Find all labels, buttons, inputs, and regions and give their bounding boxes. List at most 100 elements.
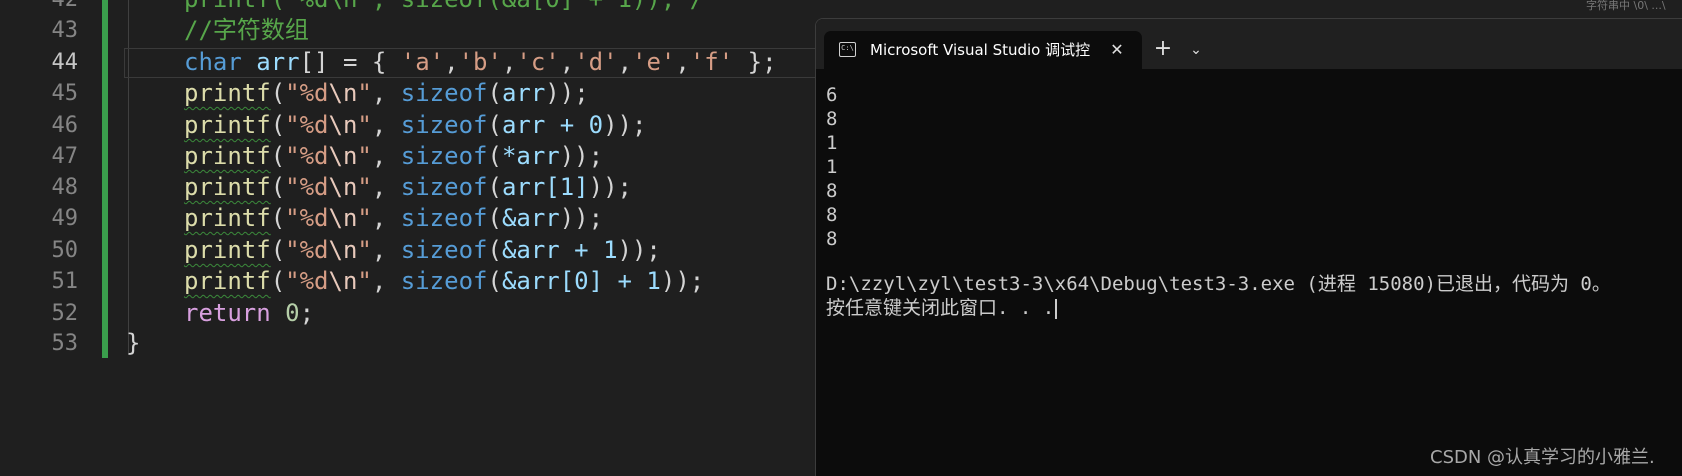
code-line-printf[interactable]: printf("%d\n", sizeof(arr + 0)); <box>184 110 646 141</box>
sizeof-argument: *arr <box>501 142 560 170</box>
format-string: "%d <box>285 236 329 264</box>
git-change-bar <box>102 0 108 358</box>
keyword-sizeof: sizeof <box>400 79 488 107</box>
format-string-end: " <box>357 79 372 107</box>
keyword-sizeof: sizeof <box>400 142 488 170</box>
format-string: "%d <box>285 173 329 201</box>
format-string: "%d <box>285 267 329 295</box>
press-key-line: 按任意键关闭此窗口. . . <box>826 296 1676 320</box>
code-line-printf[interactable]: printf("%d\n", sizeof(*arr)); <box>184 141 603 172</box>
escape-sequence: \n <box>328 142 358 170</box>
sizeof-argument: arr[1] <box>501 173 589 201</box>
chevron-down-icon[interactable]: ⌄ <box>1182 31 1210 69</box>
char-literal: 'e' <box>632 48 676 76</box>
exit-message: D:\zzyl\zyl\test3-3\x64\Debug\test3-3.ex… <box>826 273 1611 295</box>
code-line-array-declaration[interactable]: char arr[] = { 'a','b','c','d','e','f' }… <box>184 47 777 78</box>
text-cursor <box>1055 298 1058 319</box>
code-line-comment-tail[interactable]: printf("%d\n", sizeof(&a[0] + 1));*/ <box>184 0 704 15</box>
char-literal: 'd' <box>574 48 618 76</box>
format-string-end: " <box>357 204 372 232</box>
code-line-comment[interactable]: //字符数组 <box>184 15 309 46</box>
function-printf: printf <box>184 236 271 264</box>
function-printf: printf <box>184 267 271 295</box>
output-line: 8 <box>826 228 838 250</box>
format-string-end: " <box>357 142 372 170</box>
output-line: 1 <box>826 156 838 178</box>
output-line: 1 <box>826 132 838 154</box>
line-number: 47 <box>51 144 79 169</box>
code-line-printf[interactable]: printf("%d\n", sizeof(&arr[0] + 1)); <box>184 266 704 297</box>
escape-sequence: \n <box>328 173 358 201</box>
keyword-sizeof: sizeof <box>400 204 488 232</box>
code-line-printf[interactable]: printf("%d\n", sizeof(&arr)); <box>184 203 603 234</box>
sizeof-argument: arr + 0 <box>501 111 604 139</box>
keyword-return: return <box>184 299 271 327</box>
sizeof-argument: &arr <box>501 204 560 232</box>
function-printf: printf <box>184 79 271 107</box>
escape-sequence: \n <box>328 267 358 295</box>
keyword-sizeof: sizeof <box>400 111 488 139</box>
terminal-window[interactable]: C:\ Microsoft Visual Studio 调试控制台 ✕ + ⌄ … <box>815 18 1682 476</box>
escape-sequence: \n <box>328 204 358 232</box>
keyword-sizeof: sizeof <box>400 173 488 201</box>
tab-title: Microsoft Visual Studio 调试控制台 <box>870 41 1090 59</box>
line-number: 46 <box>51 113 79 138</box>
format-string-end: " <box>357 236 372 264</box>
terminal-icon: C:\ <box>839 42 856 57</box>
output-line: 8 <box>826 108 838 130</box>
output-line: 8 <box>826 180 838 202</box>
line-number: 53 <box>51 331 79 356</box>
line-number: 49 <box>51 206 79 231</box>
sizeof-argument: arr <box>501 79 546 107</box>
format-string-end: " <box>357 173 372 201</box>
sizeof-argument: &arr[0] + 1 <box>501 267 661 295</box>
minimap-fragment: 字符串中 \0\ ...\ <box>1586 0 1666 12</box>
code-line-printf[interactable]: printf("%d\n", sizeof(&arr + 1)); <box>184 235 661 266</box>
escape-sequence: \n <box>328 111 358 139</box>
close-icon[interactable]: ✕ <box>1106 31 1128 69</box>
new-tab-button[interactable]: + <box>1146 31 1180 69</box>
function-printf: printf <box>184 173 271 201</box>
keyword-char: char <box>184 48 242 76</box>
char-literal: 'c' <box>516 48 560 76</box>
terminal-tab[interactable]: C:\ Microsoft Visual Studio 调试控制台 ✕ <box>824 31 1142 69</box>
keyword-sizeof: sizeof <box>400 236 488 264</box>
punctuation: [] = { <box>299 48 401 76</box>
char-literal: 'f' <box>689 48 734 76</box>
output-line: 6 <box>826 84 838 106</box>
terminal-output[interactable]: 6 8 1 1 8 8 8 D:\zzyl\zyl\test3-3\x64\De… <box>826 83 1676 320</box>
watermark: CSDN @认真学习的小雅兰. <box>1430 447 1655 468</box>
line-number-active: 44 <box>51 50 79 75</box>
line-number: 51 <box>51 269 79 294</box>
format-string-end: " <box>357 267 372 295</box>
punctuation: }; <box>733 48 777 76</box>
line-number: 50 <box>51 238 79 263</box>
escape-sequence: \n <box>328 79 358 107</box>
output-line: 8 <box>826 204 838 226</box>
line-number: 52 <box>51 301 79 326</box>
format-string: "%d <box>285 204 329 232</box>
line-number: 42 <box>0 0 79 15</box>
format-string: "%d <box>285 111 329 139</box>
code-line-return[interactable]: return 0; <box>184 298 314 329</box>
char-literal: 'a' <box>400 48 445 76</box>
return-value: 0 <box>285 299 300 327</box>
line-number: 48 <box>51 175 79 200</box>
sizeof-argument: &arr + 1 <box>501 236 618 264</box>
line-number: 45 <box>51 81 79 106</box>
format-string: "%d <box>285 142 329 170</box>
escape-sequence: \n <box>328 236 358 264</box>
function-printf: printf <box>184 204 271 232</box>
terminal-tab-bar: C:\ Microsoft Visual Studio 调试控制台 ✕ + ⌄ <box>816 19 1682 69</box>
keyword-sizeof: sizeof <box>400 267 488 295</box>
function-printf: printf <box>184 142 271 170</box>
code-line-printf[interactable]: printf("%d\n", sizeof(arr[1])); <box>184 172 632 203</box>
code-line-printf[interactable]: printf("%d\n", sizeof(arr)); <box>184 78 589 109</box>
function-printf: printf <box>184 111 271 139</box>
press-key-text: 按任意键关闭此窗口. . . <box>826 297 1055 319</box>
code-line-close-brace[interactable]: } <box>126 328 140 359</box>
line-number: 43 <box>51 18 79 43</box>
format-string-end: " <box>357 111 372 139</box>
char-literal: 'b' <box>458 48 502 76</box>
